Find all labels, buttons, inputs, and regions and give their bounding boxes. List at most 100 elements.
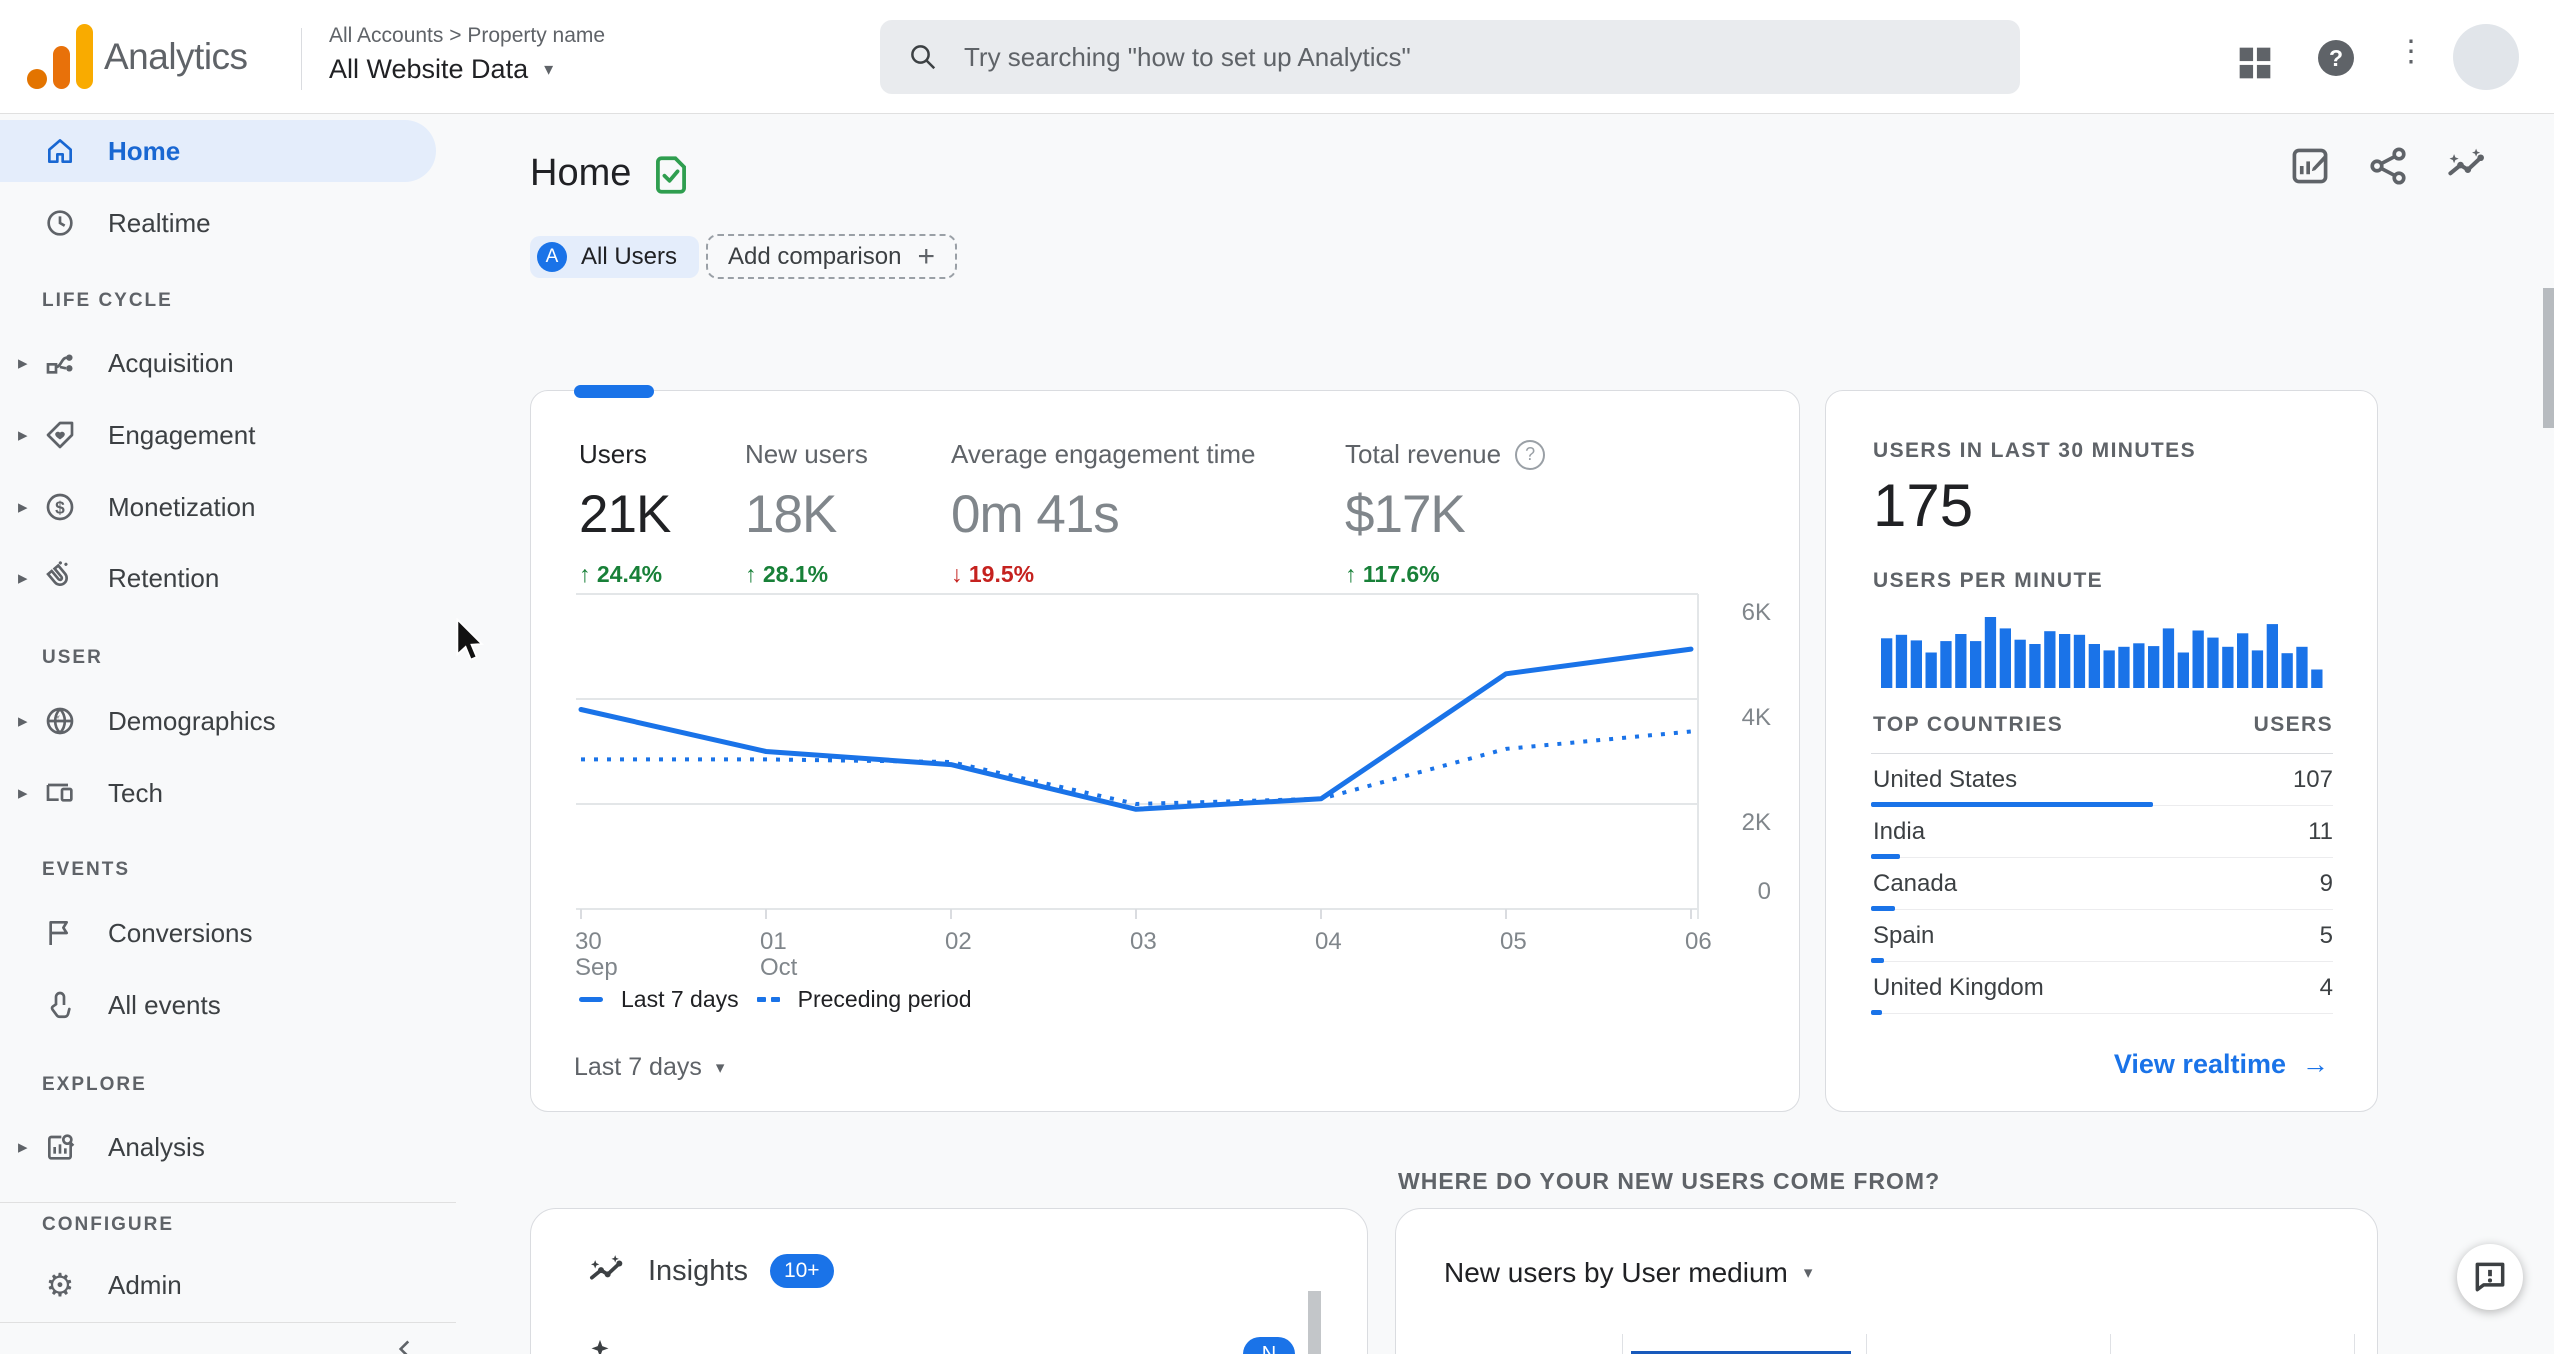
metric-users[interactable]: Users 21K ↑ 24.4% (579, 439, 671, 588)
sidebar-item-monetization[interactable]: ▸ $ Monetization (0, 476, 456, 538)
metric-value: 21K (579, 485, 671, 544)
search-bar[interactable] (880, 20, 2020, 94)
svg-text:05: 05 (1500, 928, 1527, 955)
country-row: India 11 (1871, 806, 2333, 859)
feedback-button[interactable] (2457, 1244, 2523, 1310)
expand-arrow-icon[interactable]: ▸ (18, 496, 28, 519)
customize-report-icon[interactable] (2288, 144, 2332, 188)
view-realtime-link[interactable]: View realtime → (2114, 1049, 2329, 1080)
expand-arrow-icon[interactable]: ▸ (18, 1136, 28, 1159)
metric-engagement-time[interactable]: Average engagement time 0m 41s ↓ 19.5% (951, 439, 1256, 588)
breadcrumb-current[interactable]: Property name (467, 24, 605, 47)
sidebar-section-configure: CONFIGURE (42, 1214, 174, 1235)
globe-icon (40, 701, 80, 741)
users-per-minute-chart[interactable] (1881, 613, 2326, 688)
insights-header: Insights 10+ (586, 1251, 834, 1291)
property-selector[interactable]: All Website Data ▾ (329, 54, 553, 85)
svg-text:02: 02 (945, 928, 972, 955)
country-users: 11 (2308, 818, 2333, 845)
date-range-selector[interactable]: Last 7 days ▾ (574, 1053, 724, 1082)
search-input[interactable] (964, 41, 1992, 73)
expand-arrow-icon[interactable]: ▸ (18, 352, 28, 375)
sidebar-item-acquisition[interactable]: ▸ Acquisition (0, 332, 456, 394)
svg-text:06: 06 (1685, 928, 1712, 955)
overview-card: Users 21K ↑ 24.4% New users 18K ↑ 28.1% … (530, 385, 1801, 1112)
sidebar-item-label: Monetization (108, 491, 256, 522)
retention-magnet-icon (40, 558, 80, 598)
active-card-tab-indicator[interactable] (574, 385, 654, 398)
insights-sparkline-icon[interactable] (2444, 144, 2488, 188)
arrow-right-icon: → (2302, 1049, 2329, 1079)
metric-label: New users (745, 439, 868, 469)
report-actions (2288, 144, 2488, 188)
insights-scrollbar[interactable] (1308, 1291, 1321, 1354)
sidebar-item-home[interactable]: Home (0, 120, 456, 182)
touch-icon (40, 985, 80, 1025)
sidebar-item-admin[interactable]: ⚙ Admin (0, 1254, 456, 1316)
chart-legend: Last 7 days Preceding period (579, 986, 972, 1013)
breadcrumb[interactable]: All Accounts > Property name (329, 24, 605, 48)
insights-count-badge: 10+ (769, 1254, 834, 1288)
analytics-logo-icon (27, 24, 93, 89)
add-comparison-button[interactable]: Add comparison + (706, 234, 957, 279)
expand-arrow-icon[interactable]: ▸ (18, 424, 28, 447)
avatar[interactable] (2453, 24, 2519, 90)
new-users-section-label: WHERE DO YOUR NEW USERS COME FROM? (1398, 1168, 1941, 1194)
home-icon (40, 131, 80, 171)
audience-chip-all-users[interactable]: A All Users (530, 236, 700, 278)
page-title: Home (530, 152, 632, 194)
country-users: 4 (2319, 974, 2333, 1001)
country-name: Canada (1873, 870, 1958, 897)
page-scrollbar-thumb[interactable] (2543, 288, 2554, 428)
legend-dotted-swatch (756, 997, 780, 1002)
metric-label: Average engagement time (951, 439, 1256, 469)
gridline (1866, 1334, 1867, 1354)
users-column-header: USERS (2253, 713, 2333, 736)
sidebar-item-conversions[interactable]: Conversions (0, 902, 456, 964)
property-selector-label: All Website Data (329, 54, 529, 84)
help-icon[interactable]: ? (1515, 439, 1546, 470)
svg-text:01: 01 (760, 928, 787, 955)
chevron-down-icon: ▾ (1803, 1263, 1813, 1282)
insights-partial-button[interactable]: N (1243, 1337, 1295, 1354)
svg-text:6K: 6K (1742, 599, 1771, 626)
expand-arrow-icon[interactable]: ▸ (18, 710, 28, 733)
country-row: United States 107 (1871, 754, 2333, 807)
help-icon[interactable]: ? (2318, 40, 2354, 76)
sidebar-item-retention[interactable]: ▸ Retention (0, 547, 456, 609)
expand-arrow-icon[interactable]: ▸ (18, 567, 28, 590)
sidebar-item-label: Analysis (108, 1131, 205, 1162)
realtime-users-value: 175 (1873, 472, 1974, 539)
sparkle-icon (591, 1339, 609, 1354)
svg-text:0: 0 (1758, 878, 1771, 905)
sidebar-item-realtime[interactable]: Realtime (0, 192, 456, 254)
sidebar-section-events: EVENTS (42, 859, 131, 880)
breadcrumb-root[interactable]: All Accounts (329, 24, 443, 47)
gear-icon: ⚙ (45, 1267, 75, 1303)
metric-new-users[interactable]: New users 18K ↑ 28.1% (745, 439, 868, 588)
users-trend-chart[interactable]: 0 2K 4K 6K 30Sep 01Oct 02 03 04 05 06 (531, 584, 1801, 984)
expand-arrow-icon[interactable]: ▸ (18, 782, 28, 805)
apps-grid-icon[interactable] (2232, 40, 2278, 86)
sidebar-item-all-events[interactable]: All events (0, 974, 456, 1036)
sidebar-item-engagement[interactable]: ▸ Engagement (0, 404, 456, 466)
devices-icon (40, 773, 80, 813)
share-icon[interactable] (2366, 144, 2410, 188)
collapse-sidebar-icon[interactable] (392, 1336, 418, 1354)
chevron-down-icon: ▾ (544, 59, 554, 79)
metric-total-revenue[interactable]: Total revenue ? $17K ↑ 117.6% (1345, 439, 1546, 588)
new-users-card-title[interactable]: New users by User medium ▾ (1444, 1257, 1812, 1289)
metric-label: Total revenue ? (1345, 439, 1546, 470)
app-title: Analytics (104, 36, 248, 77)
sidebar-item-label: Realtime (108, 207, 211, 238)
sidebar-item-analysis[interactable]: ▸ Analysis (0, 1116, 456, 1178)
sidebar-item-demographics[interactable]: ▸ Demographics (0, 690, 456, 752)
insights-sparkline-icon (590, 1255, 623, 1280)
country-row: Canada 9 (1871, 858, 2333, 911)
sidebar-item-tech[interactable]: ▸ Tech (0, 762, 456, 824)
sidebar-item-label: Demographics (108, 705, 276, 736)
audience-chip-letter: A (537, 242, 567, 272)
sidebar-item-label: Engagement (108, 419, 256, 450)
more-menu-icon[interactable]: ⋮ (2396, 34, 2426, 69)
metric-value: $17K (1345, 485, 1466, 544)
